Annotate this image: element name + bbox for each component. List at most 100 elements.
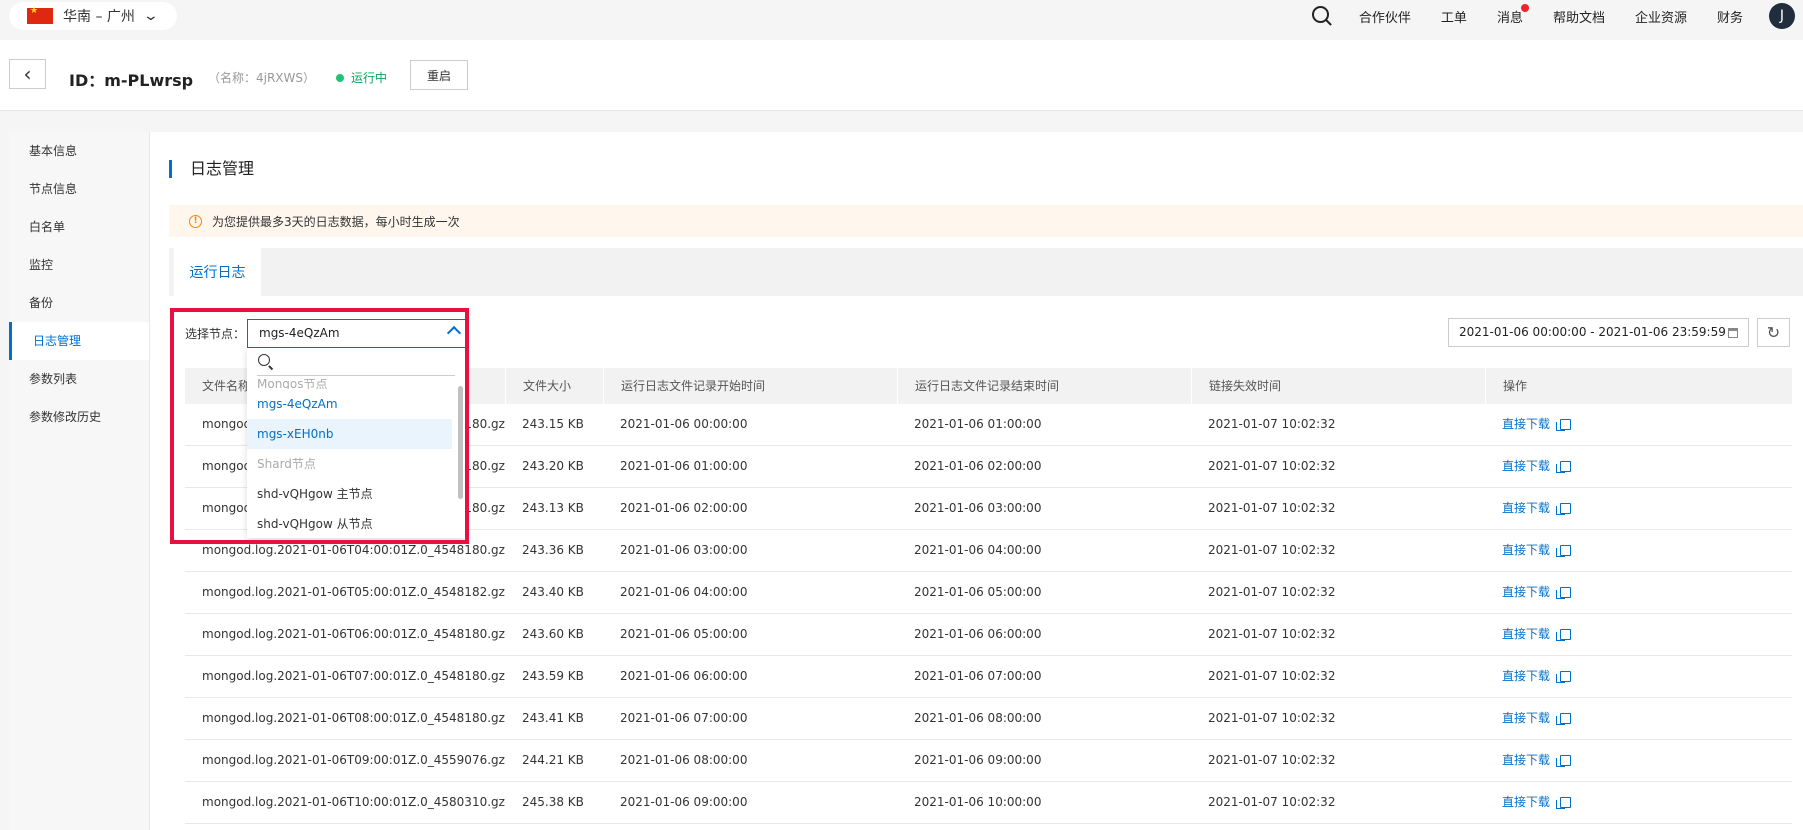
tab-runtime-log[interactable]: 运行日志 bbox=[174, 248, 261, 296]
refresh-button[interactable]: ↻ bbox=[1757, 318, 1790, 347]
copy-icon[interactable] bbox=[1556, 461, 1572, 473]
download-link[interactable]: 直接下载 bbox=[1502, 795, 1550, 809]
status-dot-icon bbox=[336, 73, 344, 82]
copy-icon[interactable] bbox=[1556, 503, 1572, 515]
nav-tickets[interactable]: 工单 bbox=[1441, 7, 1467, 26]
nav-partners[interactable]: 合作伙伴 bbox=[1359, 7, 1411, 26]
status-label: 运行中 bbox=[351, 71, 388, 85]
cell-start-time: 2021-01-06 00:00:00 bbox=[620, 417, 748, 431]
cell-actions: 直接下载 bbox=[1485, 614, 1792, 655]
status-badge: 运行中 bbox=[336, 69, 387, 86]
cell-file-size: 245.38 KB bbox=[522, 795, 584, 809]
calendar-icon bbox=[1728, 328, 1738, 338]
cell-file-size: 243.41 KB bbox=[522, 711, 584, 725]
cell-file-size: 244.21 KB bbox=[522, 753, 584, 767]
notice-text: 为您提供最多3天的日志数据，每小时生成一次 bbox=[212, 214, 460, 229]
copy-icon[interactable] bbox=[1556, 587, 1572, 599]
nav-messages[interactable]: 消息 bbox=[1497, 3, 1529, 26]
download-link[interactable]: 直接下载 bbox=[1502, 501, 1550, 515]
copy-icon[interactable] bbox=[1556, 755, 1572, 767]
copy-icon[interactable] bbox=[1556, 797, 1572, 809]
sidebar-item-log-management[interactable]: 日志管理 bbox=[9, 322, 149, 360]
download-link[interactable]: 直接下载 bbox=[1502, 543, 1550, 557]
copy-icon[interactable] bbox=[1556, 713, 1572, 725]
copy-icon[interactable] bbox=[1556, 419, 1572, 431]
sidebar-item-basic-info[interactable]: 基本信息 bbox=[9, 132, 149, 170]
warning-icon: ! bbox=[189, 214, 202, 228]
back-button[interactable]: ‹ bbox=[9, 59, 46, 89]
download-link[interactable]: 直接下载 bbox=[1502, 669, 1550, 683]
cell-expire-time: 2021-01-07 10:02:32 bbox=[1208, 627, 1336, 641]
copy-icon[interactable] bbox=[1556, 671, 1572, 683]
cell-end-time: 2021-01-06 05:00:00 bbox=[914, 585, 1042, 599]
cell-actions: 直接下载 bbox=[1485, 740, 1792, 781]
copy-icon[interactable] bbox=[1556, 545, 1572, 557]
cell-file-size: 243.59 KB bbox=[522, 669, 584, 683]
region-selector[interactable]: 华南 – 广州 ⌄ bbox=[9, 2, 177, 30]
cell-actions: 直接下载 bbox=[1485, 656, 1792, 697]
cell-file-name: mongod.log.2021-01-06T09:00:01Z.0_455907… bbox=[202, 753, 505, 767]
cell-end-time: 2021-01-06 02:00:00 bbox=[914, 459, 1042, 473]
cell-start-time: 2021-01-06 02:00:00 bbox=[620, 501, 748, 515]
search-icon[interactable] bbox=[1311, 5, 1333, 27]
download-link[interactable]: 直接下载 bbox=[1502, 417, 1550, 431]
date-range-value: 2021-01-06 00:00:00 - 2021-01-06 23:59:5… bbox=[1459, 325, 1726, 339]
sidebar-item-parameter-list[interactable]: 参数列表 bbox=[9, 360, 149, 398]
instance-header: ‹ ID：m-PLwrsp （名称：4jRXWS） 运行中 重启 bbox=[0, 40, 1803, 111]
col-actions: 操作 bbox=[1485, 368, 1792, 404]
sidebar: 基本信息 节点信息 白名单 监控 备份 日志管理 参数列表 参数修改历史 bbox=[9, 132, 150, 830]
col-expire-time: 链接失效时间 bbox=[1191, 368, 1485, 404]
col-start-time: 运行日志文件记录开始时间 bbox=[603, 368, 897, 404]
cell-file-size: 243.20 KB bbox=[522, 459, 584, 473]
cell-end-time: 2021-01-06 06:00:00 bbox=[914, 627, 1042, 641]
page-title: ID：m-PLwrsp bbox=[69, 71, 194, 90]
table-row: mongod.log.2021-01-06T09:00:01Z.0_455907… bbox=[185, 740, 1792, 782]
cell-expire-time: 2021-01-07 10:02:32 bbox=[1208, 501, 1336, 515]
table-row: mongod.log.2021-01-06T10:00:01Z.0_458031… bbox=[185, 782, 1792, 824]
cell-start-time: 2021-01-06 05:00:00 bbox=[620, 627, 748, 641]
cell-actions: 直接下载 bbox=[1485, 698, 1792, 739]
cell-expire-time: 2021-01-07 10:02:32 bbox=[1208, 753, 1336, 767]
cell-end-time: 2021-01-06 08:00:00 bbox=[914, 711, 1042, 725]
nav-finance[interactable]: 财务 bbox=[1717, 7, 1743, 26]
sidebar-item-backup[interactable]: 备份 bbox=[9, 284, 149, 322]
section-title: 日志管理 bbox=[169, 160, 254, 178]
restart-button[interactable]: 重启 bbox=[410, 60, 468, 90]
cell-start-time: 2021-01-06 01:00:00 bbox=[620, 459, 748, 473]
copy-icon[interactable] bbox=[1556, 629, 1572, 641]
cell-actions: 直接下载 bbox=[1485, 530, 1792, 571]
china-flag-icon bbox=[27, 6, 53, 24]
region-label: 华南 – 广州 bbox=[63, 9, 135, 25]
cell-expire-time: 2021-01-07 10:02:32 bbox=[1208, 417, 1336, 431]
sidebar-item-node-info[interactable]: 节点信息 bbox=[9, 170, 149, 208]
download-link[interactable]: 直接下载 bbox=[1502, 459, 1550, 473]
avatar[interactable]: J bbox=[1769, 3, 1795, 29]
cell-file-name: mongod.log.2021-01-06T06:00:01Z.0_454818… bbox=[202, 627, 505, 641]
sidebar-item-whitelist[interactable]: 白名单 bbox=[9, 208, 149, 246]
download-link[interactable]: 直接下载 bbox=[1502, 585, 1550, 599]
top-bar: 华南 – 广州 ⌄ 合作伙伴 工单 消息 帮助文档 企业资源 财务 J bbox=[0, 0, 1803, 40]
tab-bar: 运行日志 bbox=[169, 248, 1803, 296]
cell-file-size: 243.15 KB bbox=[522, 417, 584, 431]
sidebar-item-monitoring[interactable]: 监控 bbox=[9, 246, 149, 284]
top-nav: 合作伙伴 工单 消息 帮助文档 企业资源 财务 J bbox=[1311, 0, 1803, 32]
cell-start-time: 2021-01-06 09:00:00 bbox=[620, 795, 748, 809]
cell-start-time: 2021-01-06 03:00:00 bbox=[620, 543, 748, 557]
download-link[interactable]: 直接下载 bbox=[1502, 627, 1550, 641]
table-row: mongod.log.2021-01-06T05:00:01Z.0_454818… bbox=[185, 572, 1792, 614]
table-row: mongod.log.2021-01-06T07:00:01Z.0_454818… bbox=[185, 656, 1792, 698]
download-link[interactable]: 直接下载 bbox=[1502, 711, 1550, 725]
cell-end-time: 2021-01-06 07:00:00 bbox=[914, 669, 1042, 683]
cell-end-time: 2021-01-06 10:00:00 bbox=[914, 795, 1042, 809]
cell-expire-time: 2021-01-07 10:02:32 bbox=[1208, 795, 1336, 809]
date-range-picker[interactable]: 2021-01-06 00:00:00 - 2021-01-06 23:59:5… bbox=[1448, 318, 1749, 347]
cell-file-name: mongod.log.2021-01-06T10:00:01Z.0_458031… bbox=[202, 795, 505, 809]
download-link[interactable]: 直接下载 bbox=[1502, 753, 1550, 767]
cell-expire-time: 2021-01-07 10:02:32 bbox=[1208, 543, 1336, 557]
nav-enterprise-resources[interactable]: 企业资源 bbox=[1635, 7, 1687, 26]
sidebar-item-parameter-history[interactable]: 参数修改历史 bbox=[9, 398, 149, 436]
nav-help-docs[interactable]: 帮助文档 bbox=[1553, 7, 1605, 26]
col-end-time: 运行日志文件记录结束时间 bbox=[897, 368, 1191, 404]
cell-file-size: 243.40 KB bbox=[522, 585, 584, 599]
cell-file-size: 243.36 KB bbox=[522, 543, 584, 557]
